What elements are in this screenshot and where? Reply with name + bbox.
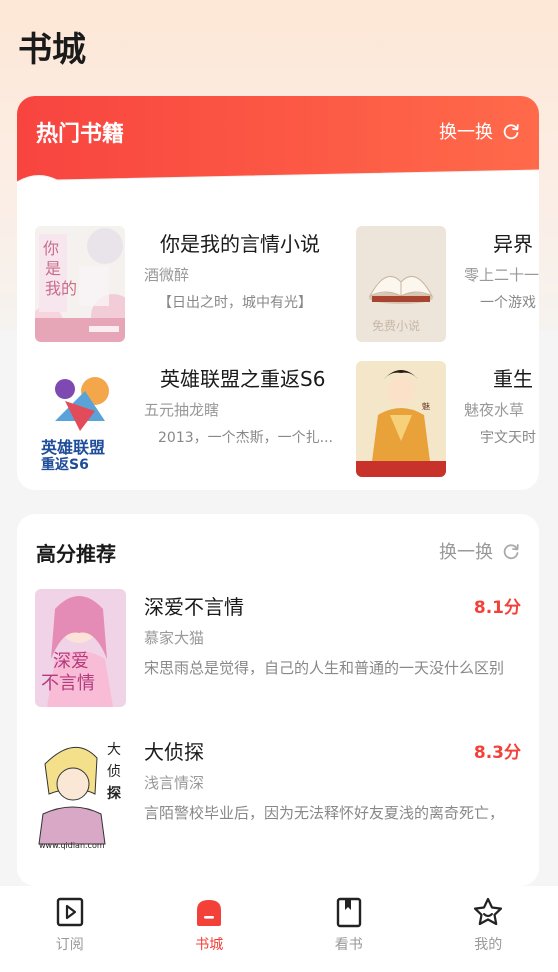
svg-text:探: 探: [107, 785, 121, 802]
book-icon: [336, 897, 361, 928]
book-title: 大侦探: [144, 740, 204, 764]
star-icon: [474, 897, 503, 926]
svg-text:魅: 魅: [422, 401, 430, 411]
book-desc: 一个游戏: [480, 295, 536, 311]
book-author: 魅夜水草: [464, 401, 525, 419]
hot-books-card: 热门书籍 换一换 你 是 我的 你是我的言情小说 酒微醉 【日出之时，城中有光】…: [17, 96, 539, 490]
cover-url: www.qidian.com: [39, 841, 105, 850]
bookstore-icon: [197, 900, 222, 926]
book-author: 五元抽龙瞎: [144, 401, 220, 419]
book-desc: 2013，一个杰斯，一个扎...: [158, 430, 333, 446]
book-desc: 言陌警校毕业后，因为无法释怀好友夏浅的离奇死亡，: [144, 804, 505, 822]
hot-book-row: 英雄联盟 重返S6 英雄联盟之重返S6 五元抽龙瞎 2013，一个杰斯，一个扎.…: [35, 361, 539, 477]
nav-label: 书城: [195, 937, 224, 953]
book-author: 浅言情深: [144, 774, 205, 792]
svg-text:英雄联盟: 英雄联盟: [40, 438, 105, 457]
header-wave: [17, 169, 539, 222]
hot-book-item[interactable]: 你 是 我的 你是我的言情小说 酒微醉 【日出之时，城中有光】: [35, 226, 355, 342]
nav-label: 订阅: [55, 937, 84, 953]
book-cover: 英雄联盟 重返S6: [35, 361, 125, 477]
svg-text:我的: 我的: [45, 279, 77, 298]
recommend-refresh-button[interactable]: 换一换: [439, 538, 521, 564]
nav-label: 看书: [334, 937, 363, 953]
book-cover: 大 侦 探 www.qidian.com: [35, 734, 126, 852]
refresh-label: 换一换: [439, 542, 493, 563]
nav-mine[interactable]: 我的: [419, 886, 558, 972]
recommend-title: 高分推荐: [36, 542, 116, 566]
hot-book-item[interactable]: 英雄联盟 重返S6 英雄联盟之重返S6 五元抽龙瞎 2013，一个杰斯，一个扎.…: [35, 361, 355, 477]
svg-text:你: 你: [43, 239, 59, 258]
hot-book-row: 你 是 我的 你是我的言情小说 酒微醉 【日出之时，城中有光】 免费小说 异界 …: [35, 226, 539, 342]
nav-read[interactable]: 看书: [279, 886, 419, 972]
book-score: 8.3分: [473, 743, 521, 763]
book-title: 重生: [493, 367, 533, 391]
recommend-item[interactable]: 大 侦 探 www.qidian.com 大侦探 8.3分 浅言情深 言陌警校毕…: [35, 734, 521, 854]
book-cover: 深爱 不言情: [35, 589, 126, 707]
book-title: 深爱不言情: [144, 595, 244, 619]
hot-book-item[interactable]: 魅 重生 魅夜水草 宇文天时: [356, 361, 539, 477]
svg-text:侦: 侦: [107, 764, 121, 780]
svg-text:大: 大: [107, 742, 121, 758]
svg-text:重返S6: 重返S6: [41, 456, 89, 473]
page-title: 书城: [18, 30, 86, 70]
book-desc: 宋思雨总是觉得，自己的人生和普通的一天没什么区别: [144, 659, 505, 677]
book-score: 8.1分: [473, 598, 521, 618]
refresh-icon: [503, 544, 519, 560]
recommend-item[interactable]: 深爱 不言情 深爱不言情 8.1分 慕家大猫 宋思雨总是觉得，自己的人生和普通的…: [35, 589, 521, 709]
book-title: 你是我的言情小说: [160, 232, 320, 256]
book-desc: 宇文天时: [480, 430, 536, 446]
book-title: 异界: [493, 232, 533, 256]
svg-text:深爱: 深爱: [53, 651, 89, 672]
book-desc: 【日出之时，城中有光】: [158, 295, 312, 311]
book-author: 零上二十一: [464, 266, 539, 284]
hot-refresh-button[interactable]: 换一换: [439, 118, 521, 144]
book-cover: 魅: [356, 361, 446, 477]
svg-text:免费小说: 免费小说: [372, 318, 420, 333]
book-author: 酒微醉: [144, 266, 190, 284]
hot-book-item[interactable]: 免费小说 异界 零上二十一 一个游戏: [356, 226, 539, 342]
recommend-card: 高分推荐 换一换 深爱 不言情 深爱不言情 8.1分 慕家大猫 宋思雨总是觉得，…: [17, 514, 539, 886]
book-title: 英雄联盟之重返S6: [160, 367, 326, 391]
svg-text:是: 是: [45, 259, 61, 278]
hot-books-title: 热门书籍: [36, 122, 125, 147]
refresh-icon: [503, 124, 519, 140]
svg-text:不言情: 不言情: [41, 673, 95, 694]
book-cover: 你 是 我的: [35, 226, 125, 342]
bottom-nav: 订阅 书城 看书 我的: [0, 886, 558, 972]
nav-subscribe[interactable]: 订阅: [0, 886, 140, 972]
book-author: 慕家大猫: [144, 629, 205, 647]
nav-label: 我的: [474, 937, 503, 953]
book-cover: 免费小说: [356, 226, 446, 342]
subscribe-icon: [56, 897, 83, 927]
refresh-label: 换一换: [439, 122, 493, 143]
nav-bookstore[interactable]: 书城: [140, 886, 280, 972]
